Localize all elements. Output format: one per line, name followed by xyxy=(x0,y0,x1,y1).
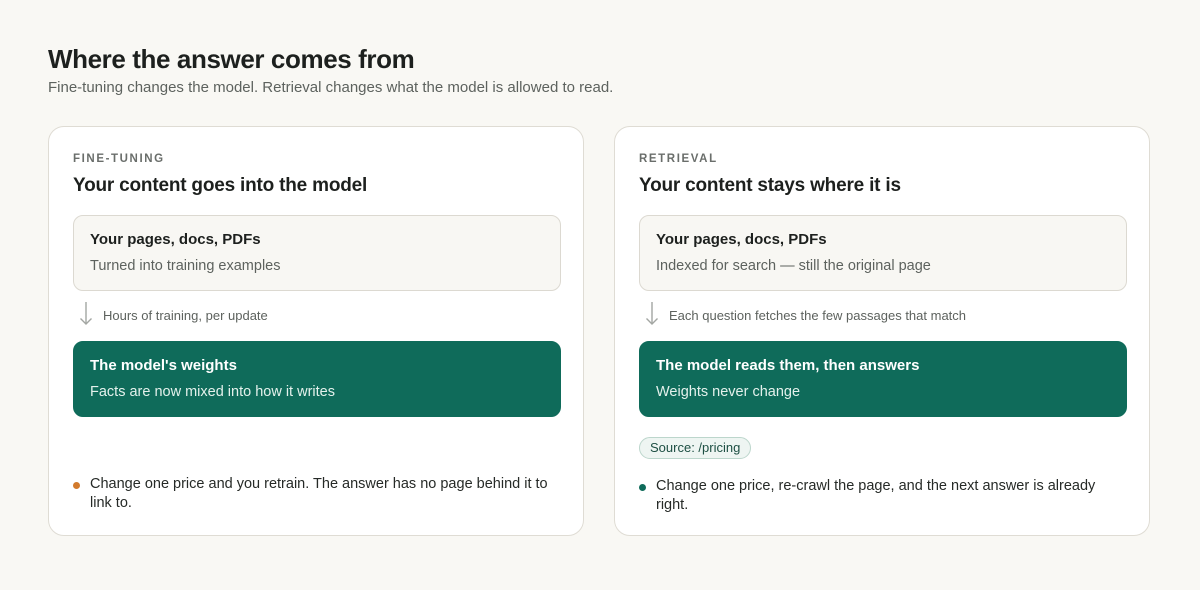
fine-tuning-eyebrow: FINE-TUNING xyxy=(73,153,165,165)
arrow-down-icon xyxy=(646,302,658,325)
source-box-title: Your pages, docs, PDFs xyxy=(90,231,261,248)
retrieval-model-box: The model reads them, then answers Weigh… xyxy=(639,341,1127,417)
fine-tuning-title: Your content goes into the model xyxy=(73,175,368,196)
source-box-title: Your pages, docs, PDFs xyxy=(656,231,827,248)
retrieval-title: Your content stays where it is xyxy=(639,175,901,196)
model-box-desc: Weights never change xyxy=(656,384,801,400)
retrieval-flow-step: Each question fetches the few passages t… xyxy=(643,301,1123,327)
green-dot-icon xyxy=(639,484,646,491)
fine-tuning-flow-step: Hours of training, per update xyxy=(77,301,557,327)
source-citation-chip[interactable]: Source: /pricing xyxy=(639,437,752,459)
page-subtitle: Fine-tuning changes the model. Retrieval… xyxy=(48,79,614,96)
arrow-label: Hours of training, per update xyxy=(103,308,268,323)
fine-tuning-note: Change one price and you retrain. The an… xyxy=(73,475,561,513)
source-box-desc: Indexed for search — still the original … xyxy=(656,258,931,274)
model-box-desc: Facts are now mixed into how it writes xyxy=(90,384,335,400)
fine-tuning-card: FINE-TUNING Your content goes into the m… xyxy=(48,126,584,536)
retrieval-note: Change one price, re-crawl the page, and… xyxy=(639,477,1127,515)
retrieval-card: RETRIEVAL Your content stays where it is… xyxy=(614,126,1150,536)
fine-tuning-model-box: The model's weights Facts are now mixed … xyxy=(73,341,561,417)
retrieval-eyebrow: RETRIEVAL xyxy=(639,153,718,165)
retrieval-source-box: Your pages, docs, PDFs Indexed for searc… xyxy=(639,215,1127,291)
model-box-title: The model reads them, then answers xyxy=(656,357,920,374)
source-box-desc: Turned into training examples xyxy=(90,258,281,274)
note-text: Change one price, re-crawl the page, and… xyxy=(656,478,1096,513)
fine-tuning-source-box: Your pages, docs, PDFs Turned into train… xyxy=(73,215,561,291)
page: Where the answer comes from Fine-tuning … xyxy=(0,0,1200,590)
page-title: Where the answer comes from xyxy=(48,44,415,74)
orange-dot-icon xyxy=(73,482,80,489)
arrow-label: Each question fetches the few passages t… xyxy=(669,308,967,323)
arrow-down-icon xyxy=(80,302,92,325)
model-box-title: The model's weights xyxy=(90,357,237,374)
note-text: Change one price and you retrain. The an… xyxy=(90,476,548,511)
